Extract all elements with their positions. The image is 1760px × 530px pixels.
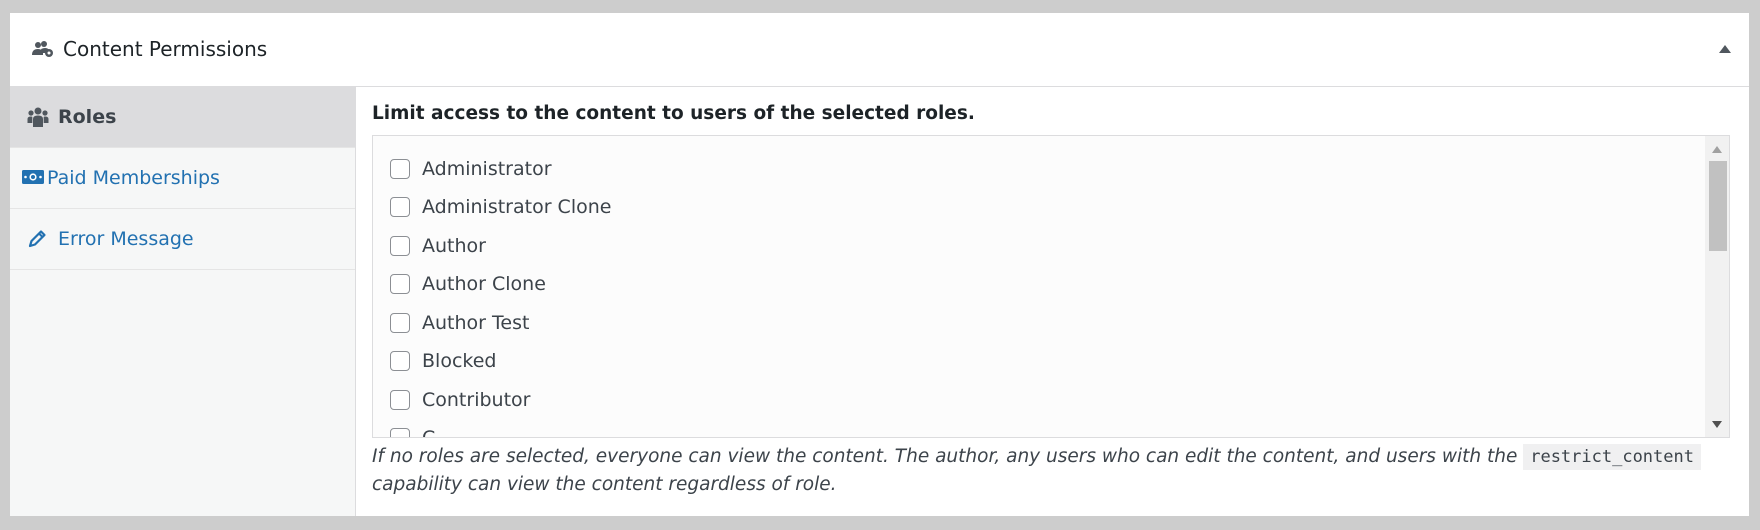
tab-error-message[interactable]: Error Message (10, 209, 355, 270)
triangle-down-icon (1712, 420, 1722, 428)
pencil-icon (28, 230, 46, 248)
scrollbar[interactable] (1705, 136, 1729, 437)
checkbox[interactable] (390, 236, 410, 256)
role-label: Author (422, 235, 486, 257)
checkbox[interactable] (390, 390, 410, 410)
checkbox[interactable] (390, 197, 410, 217)
panel-title: Content Permissions (63, 37, 268, 61)
collapse-button[interactable] (1715, 39, 1735, 59)
role-checkbox-item[interactable]: Administrator Clone (390, 194, 611, 220)
role-checkbox-item[interactable]: C... (390, 425, 454, 438)
role-label: Administrator Clone (422, 196, 612, 218)
tab-roles[interactable]: Roles (10, 87, 355, 148)
tab-paid-memberships-label: Paid Memberships (47, 167, 220, 189)
checkbox[interactable] (390, 313, 410, 333)
scroll-thumb[interactable] (1709, 161, 1727, 251)
triangle-up-icon (1719, 45, 1731, 53)
role-label: C... (422, 427, 454, 438)
roles-list[interactable]: Administrator Administrator Clone Author… (372, 135, 1730, 438)
tab-error-message-label: Error Message (58, 228, 194, 250)
triangle-up-icon (1712, 145, 1722, 153)
note-text-before: If no roles are selected, everyone can v… (372, 446, 1518, 467)
roles-help-note: If no roles are selected, everyone can v… (372, 443, 1732, 499)
role-checkbox-item[interactable]: Author Test (390, 310, 529, 336)
scroll-up-button[interactable] (1705, 140, 1729, 158)
role-label: Administrator (422, 158, 552, 180)
role-checkbox-item[interactable]: Blocked (390, 348, 496, 374)
money-icon (22, 170, 44, 184)
checkbox[interactable] (390, 274, 410, 294)
note-text-after: capability can view the content regardle… (372, 474, 837, 495)
checkbox[interactable] (390, 351, 410, 371)
roles-description: Limit access to the content to users of … (372, 103, 975, 124)
scroll-down-button[interactable] (1705, 415, 1729, 433)
role-checkbox-item[interactable]: Administrator (390, 156, 552, 182)
role-label: Blocked (422, 350, 497, 372)
role-checkbox-item[interactable]: Author Clone (390, 271, 546, 297)
checkbox[interactable] (390, 428, 410, 437)
roles-tab-content: Limit access to the content to users of … (365, 87, 1741, 516)
role-label: Author Clone (422, 273, 546, 295)
panel-header: Content Permissions (10, 13, 1749, 87)
role-checkbox-item[interactable]: Author (390, 233, 486, 259)
role-checkbox-item[interactable]: Contributor (390, 387, 530, 413)
capability-code: restrict_content (1523, 444, 1701, 470)
role-label: Contributor (422, 389, 531, 411)
users-gear-icon (32, 41, 53, 57)
content-permissions-panel: Content Permissions Roles Paid Membershi… (10, 13, 1749, 516)
tab-paid-memberships[interactable]: Paid Memberships (10, 148, 355, 209)
tab-roles-label: Roles (58, 106, 117, 128)
users-icon (27, 107, 49, 127)
tab-list: Roles Paid Memberships Error Message (10, 87, 356, 516)
checkbox[interactable] (390, 159, 410, 179)
role-label: Author Test (422, 312, 530, 334)
